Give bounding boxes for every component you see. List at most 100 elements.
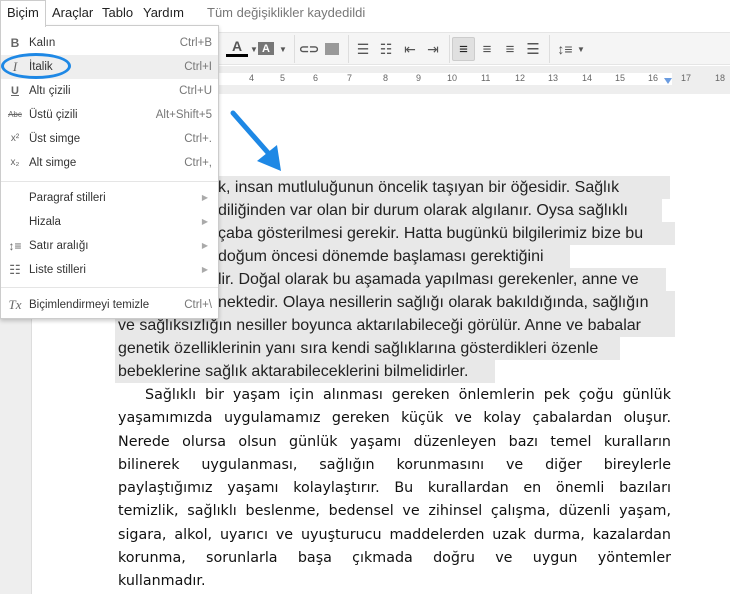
text-line: temizlik, sağlıklı beslenme, bedensel ve… <box>118 503 671 520</box>
text-line: kullanmadır. <box>118 573 206 590</box>
menu-divider <box>1 181 218 182</box>
menubar: Biçim Araçlar Tablo Yardım Tüm değişikli… <box>0 0 730 27</box>
numbered-list-icon[interactable]: ☰ <box>354 37 372 61</box>
menu-item-label: Biçimlendirmeyi temizle <box>29 299 150 311</box>
menu-item-label: Alt simge <box>29 157 77 169</box>
shortcut: Ctrl+U <box>179 85 212 97</box>
ruler-number: 9 <box>416 73 422 83</box>
menu-bicim[interactable]: Biçim <box>0 0 46 27</box>
decrease-indent-icon[interactable]: ⇤ <box>400 37 420 61</box>
text-line: bebeklerine sağlık aktarabileceklerini b… <box>115 360 495 383</box>
text-line: bilinerek uygulanması, sağlığın korunmas… <box>118 456 671 473</box>
menu-item-paragraph-styles[interactable]: Paragraf stilleri ▶ <box>1 186 218 210</box>
text-line: paylaştığımız yaşamı kolaylaştırır. Bu k… <box>118 480 671 497</box>
ruler-number: 14 <box>582 73 593 83</box>
strikethrough-icon: Abc <box>8 110 22 119</box>
menu-araclar[interactable]: Araçlar <box>46 0 99 26</box>
shortcut: Ctrl+\ <box>184 299 212 311</box>
menu-item-line-spacing[interactable]: ↕≡ Satır aralığı ▶ <box>1 234 218 258</box>
ruler-number: 5 <box>280 73 286 83</box>
right-indent-marker[interactable] <box>664 78 672 84</box>
text-line: nektedir. Olaya nesillerin sağlığı olara… <box>210 291 675 314</box>
menu-item-label: Paragraf stilleri <box>29 192 106 204</box>
highlight-color-button[interactable]: A <box>258 42 274 55</box>
underline-icon: U <box>11 85 19 97</box>
submenu-arrow-icon: ▶ <box>201 193 208 202</box>
text-line: çaba gösterilmesi gerekir. Hatta bugünkü… <box>210 222 675 245</box>
align-left-icon[interactable]: ≡ <box>452 37 475 61</box>
align-right-icon[interactable]: ≡ <box>500 37 520 61</box>
ruler-number: 11 <box>481 73 491 83</box>
menu-yardim[interactable]: Yardım <box>137 0 190 26</box>
clear-formatting-icon: Tx <box>8 297 22 312</box>
image-icon[interactable] <box>323 37 341 61</box>
ruler-number: 10 <box>447 73 458 83</box>
submenu-arrow-icon: ▶ <box>201 241 208 250</box>
list-icon: ☷ <box>9 262 21 277</box>
divider <box>348 35 349 63</box>
caret-down-icon[interactable]: ▼ <box>576 37 586 61</box>
caret-down-icon[interactable]: ▼ <box>278 37 288 61</box>
divider <box>449 35 450 63</box>
menu-item-subscript[interactable]: x₂ Alt simge Ctrl+, <box>1 151 218 175</box>
menu-item-label: Kalın <box>29 37 56 49</box>
menu-item-label: Altı çizili <box>29 85 71 97</box>
increase-indent-icon[interactable]: ⇥ <box>423 37 443 61</box>
align-center-icon[interactable]: ≡ <box>477 37 497 61</box>
shortcut: Ctrl+, <box>184 157 212 169</box>
submenu-arrow-icon: ▶ <box>201 265 208 274</box>
shortcut: Ctrl+B <box>179 37 212 49</box>
line-spacing-icon: ↕≡ <box>8 239 22 253</box>
paragraph[interactable]: Sağlıklı bir yaşam için alınması gereken… <box>118 384 671 594</box>
ruler-number: 4 <box>249 73 255 83</box>
menu-item-label: Hizala <box>29 216 61 228</box>
shortcut: Ctrl+. <box>184 133 212 145</box>
ruler-number: 16 <box>648 73 659 83</box>
highlight-circle-annotation <box>1 53 71 79</box>
text-line: doğum öncesi dönemde başlaması gerektiği… <box>210 245 570 268</box>
menu-item-label: Üstü çizili <box>29 109 78 121</box>
align-justify-icon[interactable]: ☰ <box>523 37 543 61</box>
text-line: Nerede olursa olsun günlük yaşamı düzenl… <box>118 433 671 450</box>
superscript-icon: x² <box>10 133 20 144</box>
menu-item-strikethrough[interactable]: Abc Üstü çizili Alt+Shift+5 <box>1 103 218 127</box>
text-line: yaşamımızda uygulamamız gereken küçük ve… <box>118 410 671 427</box>
menu-item-superscript[interactable]: x² Üst simge Ctrl+. <box>1 127 218 151</box>
ruler-number: 13 <box>548 73 559 83</box>
bulleted-list-icon[interactable]: ☷ <box>377 37 395 61</box>
text-line: sigara, alkol, uyarıcı ve uyuşturucu mad… <box>118 526 671 543</box>
text-line: lir. Doğal olarak bu aşamada yapılması g… <box>210 268 666 291</box>
ruler-number: 17 <box>681 73 692 83</box>
link-icon[interactable]: ⊂⊃ <box>299 37 319 61</box>
ruler-number: 18 <box>715 73 726 83</box>
divider <box>549 35 550 63</box>
line-spacing-icon[interactable]: ↕≡ <box>554 37 576 61</box>
divider <box>294 35 295 63</box>
subscript-icon: x₂ <box>10 157 20 168</box>
menu-item-bold[interactable]: B Kalın Ctrl+B <box>1 31 218 55</box>
ruler-number: 15 <box>615 73 626 83</box>
text-line: korunma, sorunlarla başa çıkmada doğru v… <box>118 550 671 567</box>
menu-item-label: Üst simge <box>29 133 81 145</box>
menu-item-underline[interactable]: U Altı çizili Ctrl+U <box>1 79 218 103</box>
ruler-number: 8 <box>383 73 389 83</box>
menu-item-clear-formatting[interactable]: Tx Biçimlendirmeyi temizle Ctrl+\ <box>1 293 218 317</box>
menu-item-label: Satır aralığı <box>29 240 89 252</box>
ruler-number: 12 <box>515 73 526 83</box>
menu-item-label: Liste stilleri <box>29 264 86 276</box>
text-color-button[interactable]: A <box>226 37 248 57</box>
bold-icon: B <box>10 36 20 50</box>
text-line: Sağlıklı bir yaşam için alınması gereken… <box>145 387 671 403</box>
menu-item-list-styles[interactable]: ☷ Liste stilleri ▶ <box>1 258 218 282</box>
arrow-annotation-icon <box>230 110 281 171</box>
shortcut: Ctrl+I <box>184 61 212 73</box>
menu-divider <box>1 287 218 288</box>
menu-item-align[interactable]: Hizala ▶ <box>1 210 218 234</box>
save-status: Tüm değişiklikler kaydedildi <box>207 5 366 20</box>
text-line: genetik özelliklerinin yanı sıra kendi s… <box>115 337 620 360</box>
ruler-number: 6 <box>313 73 319 83</box>
submenu-arrow-icon: ▶ <box>201 217 208 226</box>
ruler-number: 7 <box>347 73 353 83</box>
menu-tablo[interactable]: Tablo <box>96 0 139 26</box>
shortcut: Alt+Shift+5 <box>155 109 212 121</box>
